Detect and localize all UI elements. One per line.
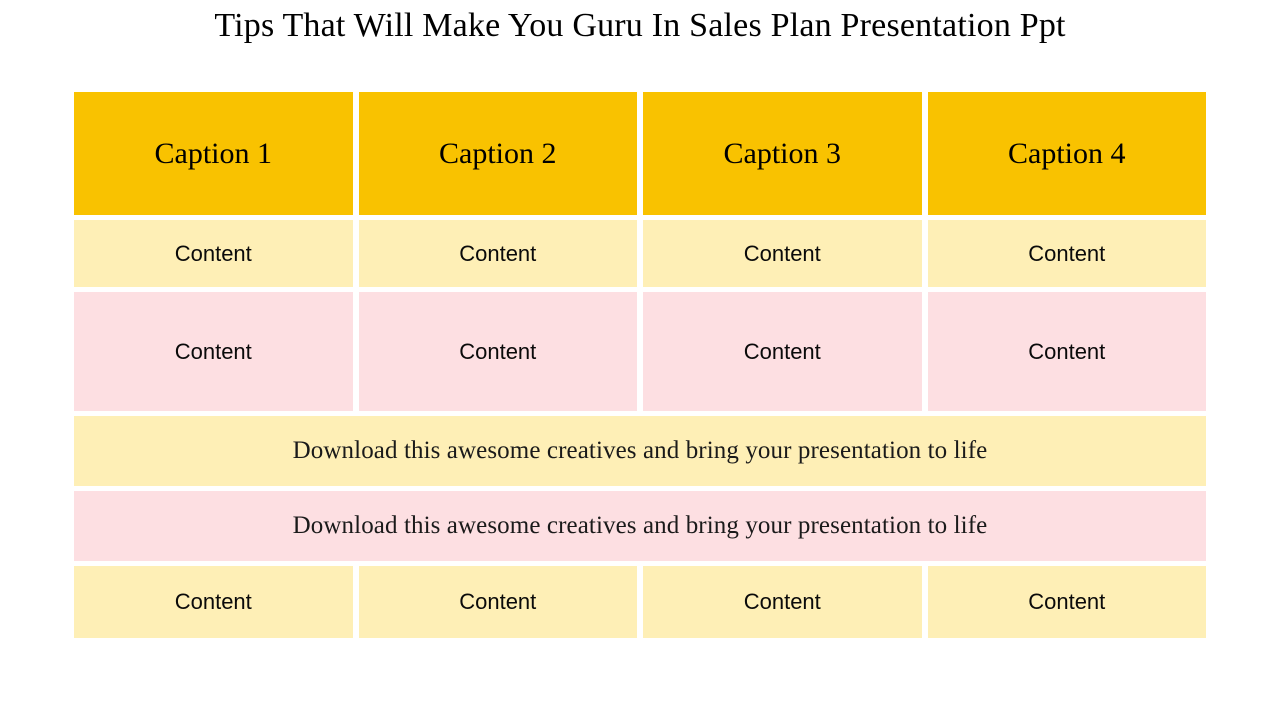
caption-cell-4[interactable]: Caption 4 bbox=[927, 92, 1206, 215]
caption-cell-1[interactable]: Caption 1 bbox=[74, 92, 353, 215]
content-row2-cell-1[interactable]: Content bbox=[74, 292, 353, 411]
banner-1-cell[interactable]: Download this awesome creatives and brin… bbox=[74, 416, 1206, 486]
content-row3-cell-4[interactable]: Content bbox=[927, 566, 1206, 638]
content-row3-cell-1[interactable]: Content bbox=[74, 566, 353, 638]
content-row3-cell-3-label: Content bbox=[743, 589, 821, 614]
caption-cell-2-label: Caption 2 bbox=[439, 136, 557, 170]
banner-2-cell[interactable]: Download this awesome creatives and brin… bbox=[74, 491, 1206, 561]
slide-canvas: Tips That Will Make You Guru In Sales Pl… bbox=[0, 0, 1280, 720]
banner-2-text: Download this awesome creatives and brin… bbox=[292, 512, 988, 539]
content-row1-cell-4[interactable]: Content bbox=[927, 220, 1206, 287]
content-row3-cell-2-label: Content bbox=[459, 589, 537, 614]
content-row1-cell-1-label: Content bbox=[174, 240, 252, 266]
page-title: Tips That Will Make You Guru In Sales Pl… bbox=[214, 7, 1066, 44]
content-row2-cell-3-label: Content bbox=[743, 338, 821, 364]
content-row3-cell-4-label: Content bbox=[1028, 589, 1106, 614]
caption-cell-3[interactable]: Caption 3 bbox=[643, 92, 922, 215]
content-table: Caption 1 Caption 2 Caption 3 Caption 4 … bbox=[74, 92, 1206, 638]
caption-cell-2[interactable]: Caption 2 bbox=[358, 92, 637, 215]
content-row2-cell-3[interactable]: Content bbox=[643, 292, 922, 411]
content-row2-cell-2[interactable]: Content bbox=[358, 292, 637, 411]
table-row-content-1: Content Content Content Content bbox=[74, 220, 1206, 287]
content-row2-cell-4[interactable]: Content bbox=[927, 292, 1206, 411]
content-row1-cell-1[interactable]: Content bbox=[74, 220, 353, 287]
content-row3-cell-2[interactable]: Content bbox=[358, 566, 637, 638]
content-row1-cell-3-label: Content bbox=[743, 240, 821, 266]
content-row3-cell-1-label: Content bbox=[174, 589, 252, 614]
caption-cell-3-label: Caption 3 bbox=[723, 136, 842, 170]
caption-cell-1-label: Caption 1 bbox=[154, 136, 273, 170]
content-row3-cell-3[interactable]: Content bbox=[643, 566, 922, 638]
content-row1-cell-2[interactable]: Content bbox=[358, 220, 637, 287]
table-row-content-3: Content Content Content Content bbox=[74, 566, 1206, 638]
banner-1-text: Download this awesome creatives and brin… bbox=[292, 437, 988, 464]
content-row2-cell-4-label: Content bbox=[1028, 338, 1106, 364]
content-row1-cell-4-label: Content bbox=[1028, 240, 1106, 266]
table-row-banner-2: Download this awesome creatives and brin… bbox=[74, 491, 1206, 561]
caption-cell-4-label: Caption 4 bbox=[1008, 136, 1126, 170]
table-row-content-2: Content Content Content Content bbox=[74, 292, 1206, 411]
table-row-captions: Caption 1 Caption 2 Caption 3 Caption 4 bbox=[74, 92, 1206, 215]
table-row-banner-1: Download this awesome creatives and brin… bbox=[74, 416, 1206, 486]
content-row1-cell-2-label: Content bbox=[459, 240, 537, 266]
content-row2-cell-1-label: Content bbox=[174, 338, 252, 364]
content-row2-cell-2-label: Content bbox=[459, 338, 537, 364]
content-row1-cell-3[interactable]: Content bbox=[643, 220, 922, 287]
